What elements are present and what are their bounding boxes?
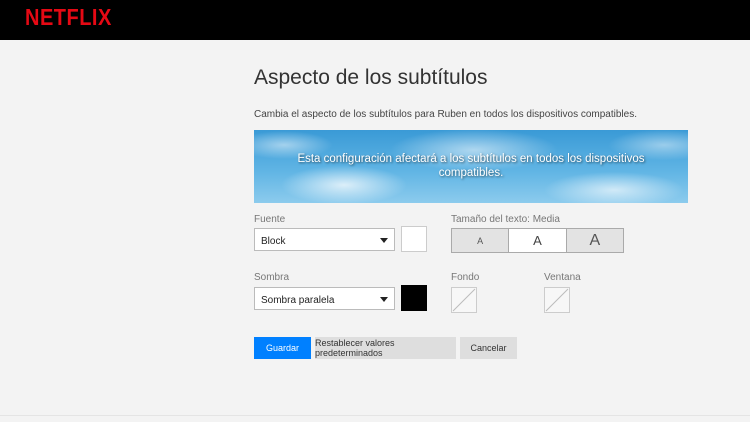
netflix-logo[interactable]: NETFLIX bbox=[25, 5, 112, 31]
text-size-selector: A A A bbox=[451, 228, 624, 253]
window-label: Ventana bbox=[544, 272, 581, 283]
text-size-large-button[interactable]: A bbox=[566, 229, 623, 252]
font-select[interactable]: Block bbox=[254, 228, 395, 251]
shadow-label: Sombra bbox=[254, 272, 290, 283]
text-size-medium-button[interactable]: A bbox=[509, 229, 567, 252]
background-color-swatch[interactable] bbox=[451, 287, 477, 313]
shadow-select-value: Sombra paralela bbox=[261, 295, 335, 306]
save-button[interactable]: Guardar bbox=[254, 337, 311, 359]
disabled-slash-icon bbox=[452, 288, 476, 312]
cancel-button[interactable]: Cancelar bbox=[460, 337, 517, 359]
font-color-swatch[interactable] bbox=[401, 226, 427, 252]
top-bar: NETFLIX bbox=[0, 0, 750, 40]
shadow-select[interactable]: Sombra paralela bbox=[254, 287, 395, 310]
font-label: Fuente bbox=[254, 214, 286, 225]
footer-divider bbox=[0, 415, 750, 416]
preview-text-line-1: Esta configuración afectará a los subtít… bbox=[297, 153, 645, 165]
page-title: Aspecto de los subtítulos bbox=[254, 66, 488, 89]
reset-defaults-button[interactable]: Restablecer valores predeterminados bbox=[315, 337, 456, 359]
page-description: Cambia el aspecto de los subtítulos para… bbox=[254, 109, 637, 120]
shadow-color-swatch[interactable] bbox=[401, 285, 427, 311]
preview-text: Esta configuración afectará a los subtít… bbox=[254, 152, 688, 180]
subtitle-preview: Esta configuración afectará a los subtít… bbox=[254, 130, 688, 203]
disabled-slash-icon bbox=[545, 288, 569, 312]
text-size-label: Tamaño del texto: Media bbox=[451, 214, 560, 225]
chevron-down-icon bbox=[380, 297, 388, 302]
text-size-small-button[interactable]: A bbox=[452, 229, 510, 252]
font-select-value: Block bbox=[261, 236, 286, 247]
chevron-down-icon bbox=[380, 238, 388, 243]
preview-text-line-2: compatibles. bbox=[438, 167, 504, 179]
window-color-swatch[interactable] bbox=[544, 287, 570, 313]
background-label: Fondo bbox=[451, 272, 480, 283]
